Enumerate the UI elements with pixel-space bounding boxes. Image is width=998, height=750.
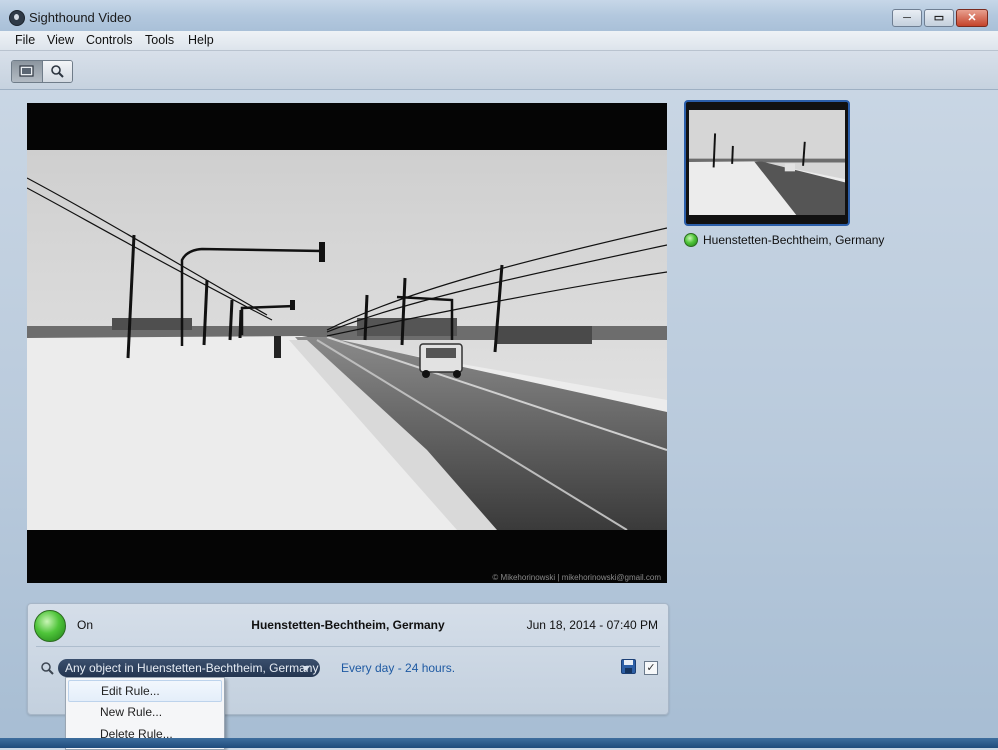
video-watermark: © Mikehorinowski | mikehorinowski@gmail.… xyxy=(492,573,661,582)
app-logo-icon xyxy=(9,10,25,26)
view-mode-switch xyxy=(11,60,73,83)
camera-status-icon xyxy=(684,233,698,247)
schedule-link[interactable]: Every day - 24 hours. xyxy=(341,661,455,675)
minimize-button[interactable]: ─ xyxy=(892,9,922,27)
rule-dropdown-value: Any object in Huenstetten-Bechtheim, Ger… xyxy=(65,661,319,675)
menu-view[interactable]: View xyxy=(46,33,75,47)
taskbar xyxy=(0,738,998,748)
menu-item-new-rule[interactable]: New Rule... xyxy=(68,702,222,722)
menu-file[interactable]: File xyxy=(14,33,36,47)
menu-bar: File View Controls Tools Help xyxy=(0,31,998,51)
minimize-icon: ─ xyxy=(903,12,911,24)
chevron-down-icon xyxy=(302,666,310,671)
save-icon[interactable] xyxy=(621,659,636,674)
menu-controls[interactable]: Controls xyxy=(85,33,134,47)
window-title: Sighthound Video xyxy=(29,10,132,25)
menu-tools[interactable]: Tools xyxy=(144,33,175,47)
close-button[interactable]: ✕ xyxy=(956,9,988,27)
maximize-button[interactable]: ▭ xyxy=(924,9,954,27)
close-icon: ✕ xyxy=(967,12,977,24)
monitor-icon xyxy=(19,65,34,77)
rule-dropdown[interactable]: Any object in Huenstetten-Bechtheim, Ger… xyxy=(58,659,320,677)
search-icon xyxy=(41,662,54,675)
camera-list-item[interactable]: Huenstetten-Bechtheim, Germany xyxy=(684,233,884,247)
search-icon xyxy=(50,65,64,78)
window-controls: ─ ▭ ✕ xyxy=(892,9,988,27)
camera-thumbnail[interactable] xyxy=(684,100,850,226)
camera-list-name: Huenstetten-Bechtheim, Germany xyxy=(703,233,885,247)
menu-item-edit-rule[interactable]: Edit Rule... xyxy=(68,680,222,702)
camera-image xyxy=(27,150,667,530)
menu-help[interactable]: Help xyxy=(187,33,215,47)
title-bar[interactable]: Sighthound Video ─ ▭ ✕ xyxy=(0,0,998,32)
panel-divider xyxy=(36,646,660,647)
rule-enabled-checkbox[interactable]: ✓ xyxy=(644,661,658,675)
current-datetime: Jun 18, 2014 - 07:40 PM xyxy=(526,618,658,632)
maximize-icon: ▭ xyxy=(933,12,945,24)
live-view-button[interactable] xyxy=(12,61,42,82)
toolbar xyxy=(0,51,998,90)
search-view-button[interactable] xyxy=(41,61,72,82)
thumbnail-image xyxy=(689,110,845,215)
live-video-view[interactable]: © Mikehorinowski | mikehorinowski@gmail.… xyxy=(27,103,667,583)
